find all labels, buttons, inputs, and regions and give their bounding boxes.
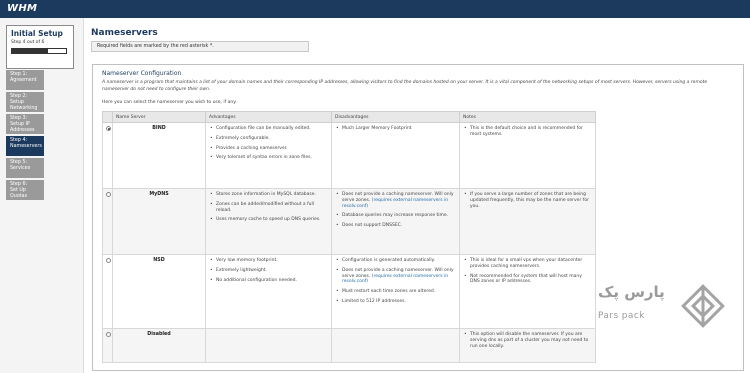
list-item: Must restart each time zones are altered…: [335, 289, 456, 295]
radio-cell: [102, 328, 113, 363]
disadvantages-cell: Does not provide a caching nameserver. W…: [331, 188, 460, 255]
table-row: Disabled This option will disable the na…: [102, 328, 596, 363]
sidebar: Initial Setup Step 4 out of 6 Step 1: Agr…: [0, 18, 84, 373]
list-item: Very tolerant of syntax errors in zone f…: [209, 155, 328, 161]
notes-cell: This option will disable the nameserver.…: [459, 328, 596, 363]
name-server-name: BIND: [112, 122, 206, 189]
list-item: Does not provide a caching nameserver. W…: [335, 268, 456, 285]
parspack-watermark: پارس پک Pars pack: [594, 283, 736, 331]
page-title: Nameservers: [91, 28, 158, 38]
header-advantages: Advantages: [205, 111, 332, 123]
advantages-cell: Stores zone information in MySQL databas…: [205, 188, 332, 255]
list-item: This option will disable the nameserver.…: [463, 332, 592, 349]
disadvantages-cell: [331, 328, 460, 363]
list-item: Configuration is generated automatically…: [335, 258, 456, 264]
disadvantages-cell: Much Larger Memory Footprint: [331, 122, 460, 189]
table-header-row: Name Server Advantages Disadvantages Not…: [102, 111, 596, 123]
notes-cell: If you serve a large number of zones tha…: [459, 188, 596, 255]
nsd-radio[interactable]: [106, 258, 111, 263]
step-6-label: Step 6: Set Up Quotas: [10, 182, 28, 199]
sidebar-step-5[interactable]: Step 5: Services: [6, 158, 44, 178]
table-row: MyDNS Stores zone information in MySQL d…: [102, 188, 596, 255]
list-item: Not recommended for system that will hos…: [463, 274, 592, 286]
radio-cell: [102, 188, 113, 255]
advantages-cell: Configuration file can be manually edite…: [205, 122, 332, 189]
config-title: Nameserver Configuration: [102, 70, 182, 77]
name-server-name: Disabled: [112, 328, 206, 363]
list-item: If you serve a large number of zones tha…: [463, 192, 592, 209]
setup-progress-bar: [11, 48, 67, 54]
list-item: No additional configuration needed.: [209, 278, 328, 284]
advantages-cell: Very low memory footprint. Extremely lig…: [205, 254, 332, 329]
step-list: Step 1: Agreement Step 2: Setup Networking…: [6, 70, 44, 200]
parspack-logo-icon: [681, 284, 725, 328]
disabled-radio[interactable]: [106, 332, 111, 337]
setup-progress-box: Initial Setup Step 4 out of 6: [6, 25, 74, 69]
name-server-name: NSD: [112, 254, 206, 329]
step-4-label: Step 4: Nameservers: [10, 138, 42, 149]
list-item: This is the default choice and is recomm…: [463, 126, 592, 138]
sidebar-step-3[interactable]: Step 3: Setup IP Addresses: [6, 114, 44, 134]
sidebar-step-4[interactable]: Step 4: Nameservers: [6, 136, 44, 156]
list-item: Stores zone information in MySQL databas…: [209, 192, 328, 198]
step-3-label: Step 3: Setup IP Addresses: [10, 116, 35, 133]
bind-radio[interactable]: [106, 126, 111, 131]
advantages-cell: [205, 328, 332, 363]
setup-title: Initial Setup: [11, 29, 63, 38]
watermark-english-text: Pars pack: [598, 311, 645, 321]
table-row: NSD Very low memory footprint. Extremely…: [102, 254, 596, 329]
list-item: Much Larger Memory Footprint: [335, 126, 456, 132]
step-5-label: Step 5: Services: [10, 160, 31, 171]
required-fields-note: Required fields are marked by the red as…: [91, 41, 309, 52]
header-notes: Notes: [459, 111, 596, 123]
list-item: Does not provide a caching nameserver. W…: [335, 192, 456, 209]
list-item: Uses memory cache to speed up DNS querie…: [209, 217, 328, 223]
list-item: Extremely lightweight.: [209, 268, 328, 274]
radio-cell: [102, 122, 113, 189]
list-item: Database queries may increase response t…: [335, 213, 456, 219]
table-row: BIND Configuration file can be manually …: [102, 122, 596, 189]
top-bar: WHM: [0, 0, 750, 18]
config-description: A nameserver is a program that maintains…: [102, 80, 708, 92]
config-instruction: Here you can select the nameserver you w…: [102, 100, 237, 105]
list-item: Does not support DNSSEC.: [335, 223, 456, 229]
setup-step-count: Step 4 out of 6: [11, 40, 45, 45]
nameserver-table: Name Server Advantages Disadvantages Not…: [102, 111, 596, 363]
whm-logo: WHM: [7, 3, 38, 14]
main-content: Nameservers Required fields are marked b…: [91, 28, 746, 371]
list-item: This is ideal for a small vps when your …: [463, 258, 592, 270]
sidebar-step-2[interactable]: Step 2: Setup Networking: [6, 92, 44, 112]
setup-progress-fill: [12, 49, 49, 53]
name-server-name: MyDNS: [112, 188, 206, 255]
watermark-persian-text: پارس پک: [598, 283, 665, 301]
sidebar-step-6[interactable]: Step 6: Set Up Quotas: [6, 180, 44, 200]
header-radio: [102, 111, 113, 123]
step-1-label: Step 1: Agreement: [10, 72, 37, 83]
list-item: Zones can be added/modified without a fu…: [209, 202, 328, 214]
list-item: Configuration file can be manually edite…: [209, 126, 328, 132]
list-item: Extremely configurable.: [209, 136, 328, 142]
disadvantages-cell: Configuration is generated automatically…: [331, 254, 460, 329]
header-name-server: Name Server: [112, 111, 206, 123]
header-disadvantages: Disadvantages: [331, 111, 460, 123]
notes-cell: This is ideal for a small vps when your …: [459, 254, 596, 329]
notes-cell: This is the default choice and is recomm…: [459, 122, 596, 189]
step-2-label: Step 2: Setup Networking: [10, 94, 38, 111]
list-item: Provides a caching nameserver.: [209, 146, 328, 152]
list-item: Limited to 512 IP addresses.: [335, 299, 456, 305]
list-item: Very low memory footprint.: [209, 258, 328, 264]
mydns-radio[interactable]: [106, 192, 111, 197]
sidebar-step-1[interactable]: Step 1: Agreement: [6, 70, 44, 90]
radio-cell: [102, 254, 113, 329]
